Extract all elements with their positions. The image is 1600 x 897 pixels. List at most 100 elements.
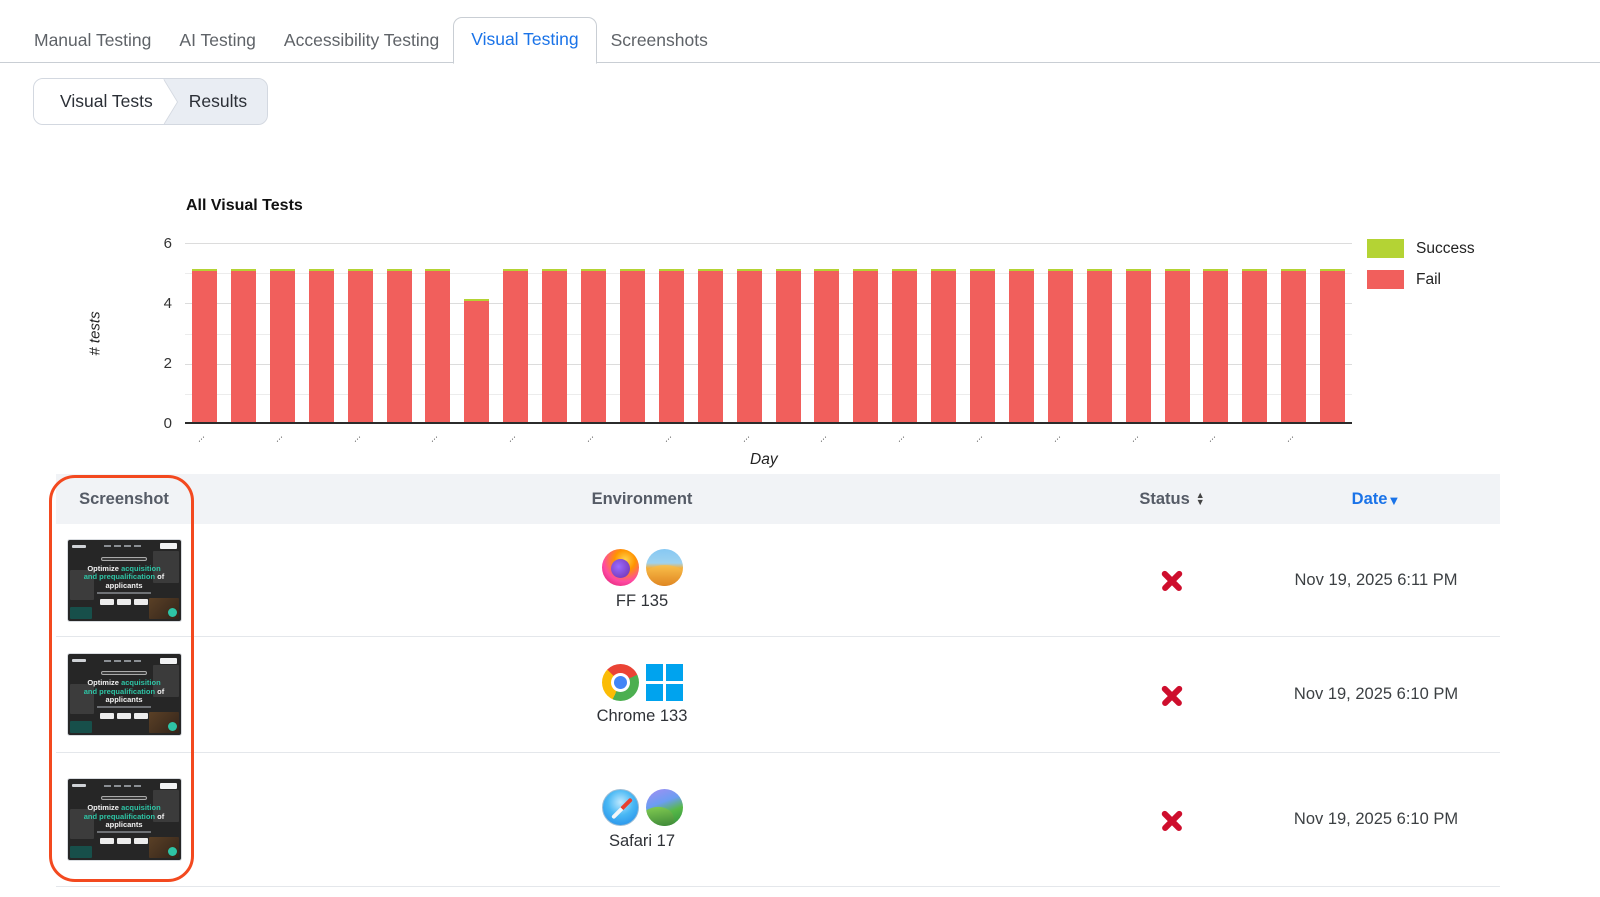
x-tick-label: … (349, 430, 363, 444)
x-tick-label: … (815, 430, 829, 444)
thumb-logo (72, 545, 86, 548)
thumb-cta-button (160, 658, 177, 664)
fail-x-icon (1158, 681, 1186, 709)
chart-title: All Visual Tests (186, 197, 303, 215)
x-tick-label: … (271, 430, 285, 444)
tab-ai-testing[interactable]: AI Testing (165, 19, 270, 63)
firefox-icon (602, 549, 639, 586)
sort-unsorted-icon: ▲▼ (1196, 492, 1205, 506)
environment-label: FF 135 (616, 592, 668, 611)
x-tick-label: … (504, 430, 518, 444)
thumb-badge (168, 722, 177, 731)
legend-item-fail: Fail (1367, 270, 1475, 289)
x-tick-label: … (1204, 430, 1218, 444)
y-tick-6: 6 (148, 235, 172, 252)
screenshot-thumbnail[interactable]: Optimize acquisition and prequalificatio… (68, 654, 181, 735)
table-header: Screenshot Environment Status▲▼ Date▼ (56, 474, 1500, 524)
x-tick-label: … (582, 430, 596, 444)
tab-screenshots[interactable]: Screenshots (597, 19, 722, 63)
results-table: Screenshot Environment Status▲▼ Date▼ Op… (56, 474, 1500, 887)
chart-bar (309, 269, 334, 422)
breadcrumb-visual-tests[interactable]: Visual Tests (34, 79, 163, 124)
safari-icon (602, 789, 639, 826)
tab-visual-testing[interactable]: Visual Testing (453, 17, 596, 64)
environment-cell: FF 135 (192, 549, 1092, 611)
y-tick-4: 4 (148, 295, 172, 312)
header-environment: Environment (192, 490, 1092, 509)
environment-label: Safari 17 (609, 832, 675, 851)
chart-bar (581, 269, 606, 422)
table-row: Optimize acquisition and prequalificatio… (56, 524, 1500, 637)
chart-plot (185, 243, 1352, 424)
success-swatch (1367, 239, 1404, 258)
chart-bar (892, 269, 917, 422)
header-date-sort[interactable]: Date▼ (1252, 490, 1500, 509)
chart-bar (387, 269, 412, 422)
tab-bar: Manual Testing AI Testing Accessibility … (0, 0, 1600, 63)
chart-bar (620, 269, 645, 422)
x-tick-label: … (971, 430, 985, 444)
chart-y-axis-label: # tests (87, 299, 104, 369)
tab-manual-testing[interactable]: Manual Testing (20, 19, 165, 63)
macos-icon (646, 549, 683, 586)
chart-x-axis-label: Day (750, 451, 778, 469)
header-status-sort[interactable]: Status▲▼ (1092, 490, 1252, 509)
status-cell (1092, 806, 1252, 834)
y-tick-2: 2 (148, 355, 172, 372)
chart-bar (1009, 269, 1034, 422)
chart-bar (542, 269, 567, 422)
chart-bar (698, 269, 723, 422)
environment-cell: Chrome 133 (192, 664, 1092, 726)
tab-accessibility-testing[interactable]: Accessibility Testing (270, 19, 453, 63)
chart-bar (931, 269, 956, 422)
environment-cell: Safari 17 (192, 789, 1092, 851)
x-tick-label: … (660, 430, 674, 444)
chart-bar (464, 299, 489, 422)
x-tick-label: … (738, 430, 752, 444)
x-tick-label: … (1282, 430, 1296, 444)
chart-bar (1048, 269, 1073, 422)
thumb-logo (72, 659, 86, 662)
y-tick-0: 0 (148, 415, 172, 432)
status-cell (1092, 681, 1252, 709)
screenshot-thumbnail[interactable]: Optimize acquisition and prequalificatio… (68, 540, 181, 621)
chart-bar (1281, 269, 1306, 422)
header-screenshot: Screenshot (56, 490, 192, 509)
x-tick-label: … (893, 430, 907, 444)
fail-swatch (1367, 270, 1404, 289)
thumb-cta-button (160, 543, 177, 549)
chart-bar (425, 269, 450, 422)
status-cell (1092, 566, 1252, 594)
date-value: Nov 19, 2025 6:10 PM (1294, 810, 1458, 829)
chart-bar (814, 269, 839, 422)
chart-bar (1165, 269, 1190, 422)
thumb-logo (72, 784, 86, 787)
chart-bar (1320, 269, 1345, 422)
chart-bar (1242, 269, 1267, 422)
chrome-icon (602, 664, 639, 701)
chart-legend: Success Fail (1367, 239, 1475, 301)
screenshot-thumbnail[interactable]: Optimize acquisition and prequalificatio… (68, 779, 181, 860)
macos-icon (646, 789, 683, 826)
thumb-badge (168, 847, 177, 856)
windows-icon (646, 664, 683, 701)
chart-bar (231, 269, 256, 422)
legend-item-success: Success (1367, 239, 1475, 258)
thumb-cta-button (160, 783, 177, 789)
environment-label: Chrome 133 (597, 707, 688, 726)
chart-bar (1087, 269, 1112, 422)
date-value: Nov 19, 2025 6:10 PM (1294, 685, 1458, 704)
chart-bar (348, 269, 373, 422)
x-tick-label: … (193, 430, 207, 444)
x-tick-label: … (1127, 430, 1141, 444)
chart-bar (776, 269, 801, 422)
breadcrumb-results[interactable]: Results (177, 79, 267, 124)
thumb-badge (168, 608, 177, 617)
chart-bar (192, 269, 217, 422)
chart-bar (853, 269, 878, 422)
table-row: Optimize acquisition and prequalificatio… (56, 637, 1500, 753)
chart-bar (1126, 269, 1151, 422)
breadcrumb: Visual Tests Results (33, 78, 268, 125)
chart-x-ticks: ……………………………………… (185, 432, 1352, 452)
x-tick-label: … (426, 430, 440, 444)
